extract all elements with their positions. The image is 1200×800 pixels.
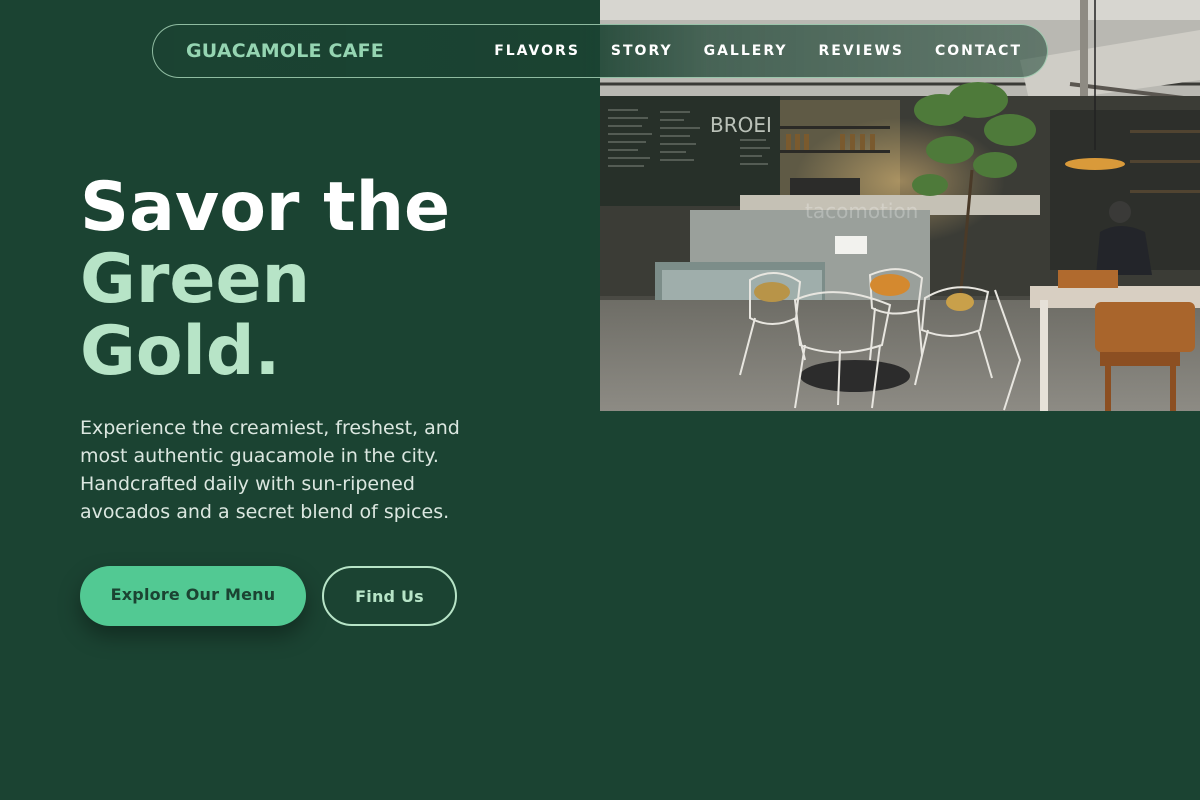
navbar: GUACAMOLE CAFE FLAVORS STORY GALLERY REV…: [152, 24, 1048, 78]
nav-link-contact[interactable]: CONTACT: [935, 43, 1022, 59]
hero-title-line-3: Gold.: [80, 312, 281, 391]
nav-link-reviews[interactable]: REVIEWS: [819, 43, 904, 59]
hero-title-line-1: Savor the: [80, 168, 451, 247]
hero-title: Savor the Green Gold.: [80, 172, 450, 388]
explore-menu-button[interactable]: Explore Our Menu: [80, 566, 306, 626]
nav-link-flavors[interactable]: FLAVORS: [494, 43, 580, 59]
nav-links: FLAVORS STORY GALLERY REVIEWS CONTACT: [463, 43, 1022, 59]
cafe-sign-text: BROEI: [710, 113, 772, 137]
brand-logo[interactable]: GUACAMOLE CAFE: [186, 40, 384, 62]
nav-link-gallery[interactable]: GALLERY: [704, 43, 788, 59]
hero-description: Experience the creamiest, freshest, and …: [80, 417, 460, 523]
find-us-button[interactable]: Find Us: [322, 566, 457, 626]
image-watermark: tacomotion: [805, 199, 918, 223]
hero-title-line-2: Green: [80, 240, 310, 319]
nav-link-story[interactable]: STORY: [611, 43, 673, 59]
